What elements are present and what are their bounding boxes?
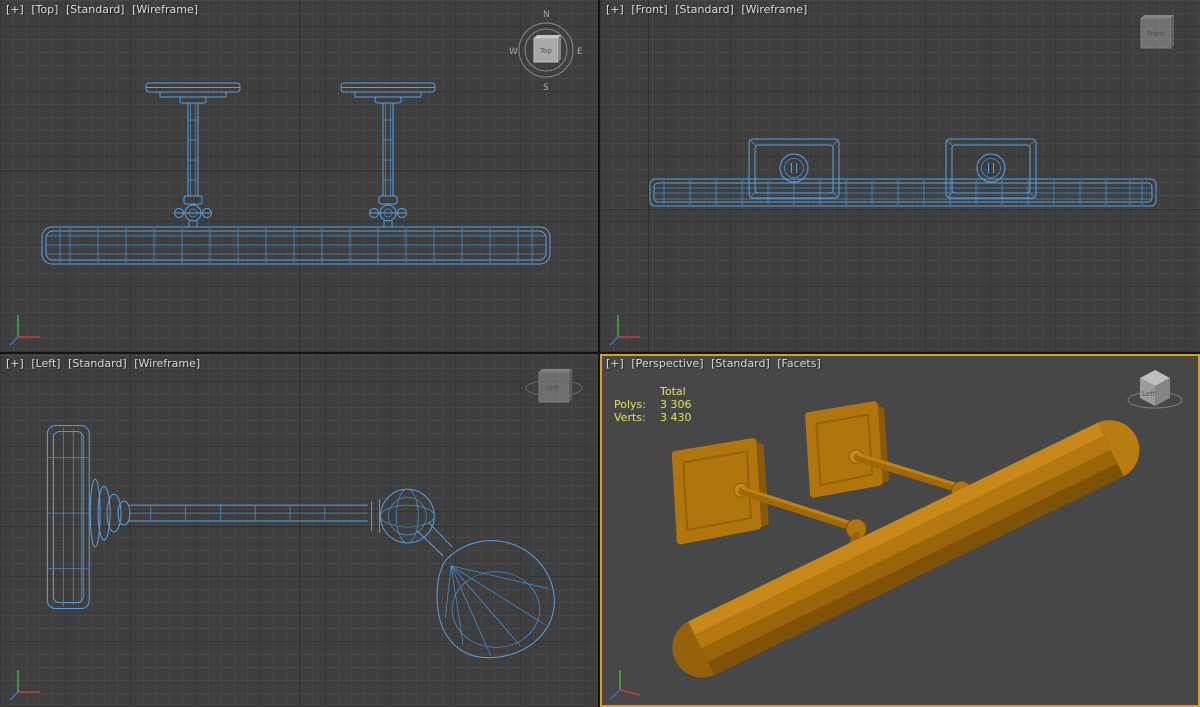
viewport-label: [+] [Left] [Standard] [Wireframe] xyxy=(6,357,204,370)
viewport-menu-pov[interactable]: [Top] xyxy=(31,3,58,16)
viewport-menu-pov[interactable]: [Left] xyxy=(31,357,60,370)
left-view-canvas[interactable] xyxy=(0,354,598,707)
viewport-top[interactable]: [+] [Top] [Standard] [Wireframe] N S W E… xyxy=(0,0,598,352)
viewport-menu-general[interactable]: [+] xyxy=(606,357,624,370)
viewport-label: [+] [Top] [Standard] [Wireframe] xyxy=(6,3,202,16)
picture-light-wireframe-left[interactable] xyxy=(46,425,555,659)
viewport-menu-shading[interactable]: [Wireframe] xyxy=(741,3,807,16)
viewport-front[interactable]: [+] [Front] [Standard] [Wireframe] Front xyxy=(600,0,1200,352)
compass-north-label[interactable]: N xyxy=(543,10,550,20)
viewcube-face-label[interactable]: Top xyxy=(539,47,552,55)
viewport-label: [+] [Perspective] [Standard] [Facets] xyxy=(606,357,825,370)
viewport-label: [+] [Front] [Standard] [Wireframe] xyxy=(606,3,811,16)
viewport-statistics: Total Polys: 3 306 Verts: 3 430 xyxy=(614,385,692,424)
viewcube[interactable]: Left xyxy=(1122,358,1188,416)
stats-verts-value: 3 430 xyxy=(660,411,692,424)
world-axis-tripod xyxy=(9,315,40,346)
world-axis-tripod xyxy=(609,670,641,700)
picture-light-wireframe-top[interactable] xyxy=(41,82,551,265)
stats-polys-value: 3 306 xyxy=(660,398,692,411)
viewport-menu-style[interactable]: [Standard] xyxy=(675,3,734,16)
viewcube-face-label[interactable]: Front xyxy=(1147,30,1165,38)
stats-verts-label: Verts: xyxy=(614,411,646,424)
viewport-left[interactable]: [+] [Left] [Standard] [Wireframe] Left xyxy=(0,354,598,707)
compass-east-label[interactable]: E xyxy=(577,47,583,57)
picture-light-shaded[interactable] xyxy=(671,401,1140,678)
stats-polys-label: Polys: xyxy=(614,398,646,411)
viewport-menu-shading[interactable]: [Wireframe] xyxy=(132,3,198,16)
compass-west-label[interactable]: W xyxy=(509,47,518,57)
viewcube-face-label[interactable]: Left xyxy=(546,384,559,392)
viewcube-side-edge[interactable] xyxy=(558,35,561,62)
viewport-quad-layout: [+] [Top] [Standard] [Wireframe] N S W E… xyxy=(0,0,1200,707)
viewcube-compass[interactable]: N S W E Top xyxy=(506,4,586,92)
world-axis-tripod xyxy=(609,315,640,346)
viewport-menu-general[interactable]: [+] xyxy=(606,3,624,16)
stats-total-label: Total xyxy=(660,385,686,398)
viewcube[interactable]: Front xyxy=(1124,4,1188,64)
compass-south-label[interactable]: S xyxy=(543,83,549,92)
viewport-menu-style[interactable]: [Standard] xyxy=(68,357,127,370)
front-view-canvas[interactable] xyxy=(600,0,1200,352)
viewport-menu-pov[interactable]: [Perspective] xyxy=(631,357,703,370)
viewcube-face-label[interactable]: Left xyxy=(1142,390,1155,398)
picture-light-wireframe-front[interactable] xyxy=(649,138,1157,207)
viewport-menu-style[interactable]: [Standard] xyxy=(66,3,125,16)
viewport-menu-shading[interactable]: [Facets] xyxy=(777,357,821,370)
viewport-menu-general[interactable]: [+] xyxy=(6,357,24,370)
world-axis-tripod xyxy=(9,670,40,701)
viewcube[interactable]: Left xyxy=(522,358,586,418)
viewport-menu-general[interactable]: [+] xyxy=(6,3,24,16)
wall-plate-2[interactable] xyxy=(805,401,890,498)
viewport-menu-style[interactable]: [Standard] xyxy=(711,357,770,370)
viewport-menu-pov[interactable]: [Front] xyxy=(631,3,667,16)
viewport-menu-shading[interactable]: [Wireframe] xyxy=(134,357,200,370)
viewport-perspective[interactable]: [+] [Perspective] [Standard] [Facets] To… xyxy=(600,354,1200,707)
